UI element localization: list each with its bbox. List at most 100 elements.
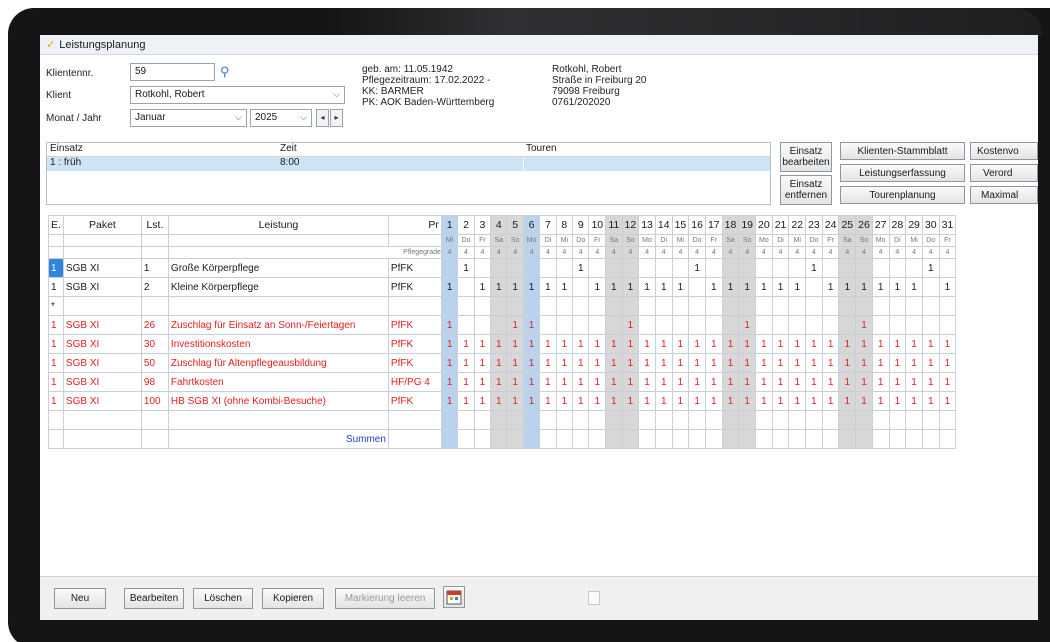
day-cell[interactable]: 1 (688, 334, 706, 354)
day-cell[interactable] (871, 296, 890, 316)
day-cell[interactable] (457, 277, 475, 297)
edit-button[interactable]: Bearbeiten (124, 588, 184, 609)
day-cell[interactable]: 1 (755, 391, 773, 411)
day-cell[interactable]: 1 (588, 353, 607, 373)
day-cell[interactable]: 1 (671, 334, 690, 354)
day-cell[interactable]: 1 (638, 372, 656, 392)
day-header[interactable]: 10 (588, 215, 607, 235)
day-cell[interactable]: 1 (539, 372, 557, 392)
day-cell[interactable] (654, 315, 673, 335)
day-cell[interactable]: 1 (888, 372, 907, 392)
day-cell[interactable]: 1 (921, 391, 940, 411)
day-cell[interactable]: 1 (638, 353, 656, 373)
day-cell[interactable] (688, 296, 706, 316)
day-header[interactable]: 24 (821, 215, 840, 235)
day-cell[interactable] (572, 296, 590, 316)
day-cell[interactable] (805, 277, 823, 297)
table-row[interactable]: 1 SGB XI 26 Zuschlag für Einsatz an Sonn-/F… (48, 315, 957, 335)
day-cell[interactable]: 1 (522, 277, 541, 297)
day-header[interactable]: 25 (838, 215, 857, 235)
day-cell[interactable]: 1 (605, 334, 623, 354)
day-header[interactable]: 21 (771, 215, 790, 235)
day-cell[interactable]: 1 (506, 391, 524, 411)
day-header[interactable]: 12 (621, 215, 640, 235)
day-cell[interactable]: 1 (888, 277, 907, 297)
day-cell[interactable]: 1 (821, 372, 840, 392)
day-cell[interactable]: 1 (905, 372, 923, 392)
day-cell[interactable] (638, 296, 656, 316)
day-cell[interactable] (888, 315, 907, 335)
day-cell[interactable] (771, 296, 790, 316)
day-cell[interactable] (440, 258, 459, 278)
day-cell[interactable] (671, 296, 690, 316)
day-cell[interactable] (905, 315, 923, 335)
table-row[interactable]: * (48, 296, 957, 316)
day-cell[interactable]: 1 (738, 277, 757, 297)
day-cell[interactable]: 1 (638, 391, 656, 411)
delete-button[interactable]: Löschen (193, 588, 253, 609)
day-cell[interactable]: 1 (440, 353, 459, 373)
day-cell[interactable] (788, 296, 807, 316)
day-cell[interactable]: 1 (871, 334, 890, 354)
day-cell[interactable]: 1 (588, 277, 607, 297)
day-cell[interactable]: 1 (490, 353, 508, 373)
day-cell[interactable]: 1 (539, 391, 557, 411)
day-cell[interactable] (755, 296, 773, 316)
day-header[interactable]: 19 (738, 215, 757, 235)
day-cell[interactable]: 1 (738, 372, 757, 392)
day-cell[interactable] (805, 296, 823, 316)
day-cell[interactable] (539, 258, 557, 278)
day-header[interactable]: 17 (704, 215, 723, 235)
day-cell[interactable] (838, 315, 857, 335)
day-cell[interactable] (905, 258, 923, 278)
day-cell[interactable]: 1 (721, 334, 740, 354)
day-cell[interactable]: 1 (855, 353, 873, 373)
day-cell[interactable]: 1 (490, 372, 508, 392)
table-row[interactable]: 1 SGB XI 30 Investitionskosten PfFK 1 1 1 1 1 1 1 1 1… (48, 334, 957, 354)
day-cell[interactable]: 1 (888, 353, 907, 373)
day-cell[interactable]: 1 (522, 315, 541, 335)
day-cell[interactable]: 1 (888, 391, 907, 411)
month-prev-button[interactable]: ◂ (316, 109, 329, 127)
day-cell[interactable]: 1 (721, 372, 740, 392)
day-cell[interactable] (539, 296, 557, 316)
day-cell[interactable] (588, 296, 607, 316)
day-cell[interactable]: 1 (821, 353, 840, 373)
day-cell[interactable] (738, 258, 757, 278)
day-cell[interactable]: 1 (473, 391, 492, 411)
day-cell[interactable]: 1 (654, 391, 673, 411)
day-header[interactable]: 31 (938, 215, 957, 235)
day-cell[interactable]: 1 (572, 258, 590, 278)
day-cell[interactable]: 1 (473, 277, 492, 297)
day-header[interactable]: 4 (490, 215, 508, 235)
day-cell[interactable]: 1 (572, 391, 590, 411)
day-cell[interactable] (654, 296, 673, 316)
day-header[interactable]: 8 (555, 215, 574, 235)
calendar-icon[interactable] (443, 586, 465, 608)
day-cell[interactable]: 1 (506, 334, 524, 354)
day-cell[interactable]: 1 (938, 334, 957, 354)
day-cell[interactable]: 1 (871, 277, 890, 297)
day-cell[interactable]: 1 (555, 372, 574, 392)
day-cell[interactable] (704, 296, 723, 316)
new-button[interactable]: Neu (54, 588, 106, 609)
day-header[interactable]: 6 (522, 215, 541, 235)
day-cell[interactable] (638, 315, 656, 335)
day-header[interactable]: 30 (921, 215, 940, 235)
day-cell[interactable]: 1 (654, 277, 673, 297)
maximal-button[interactable]: Maximal (970, 186, 1038, 204)
day-header[interactable]: 23 (805, 215, 823, 235)
day-cell[interactable]: 1 (738, 353, 757, 373)
day-cell[interactable]: 1 (605, 372, 623, 392)
year-select[interactable]: 2025 ⌵ (250, 109, 312, 127)
day-cell[interactable]: 1 (621, 315, 640, 335)
day-cell[interactable]: 1 (688, 258, 706, 278)
day-cell[interactable]: 1 (473, 372, 492, 392)
day-cell[interactable] (788, 258, 807, 278)
day-header[interactable]: 9 (572, 215, 590, 235)
day-cell[interactable] (838, 296, 857, 316)
day-header[interactable]: 7 (539, 215, 557, 235)
verordnung-button[interactable]: Verord (970, 164, 1038, 182)
day-cell[interactable]: 1 (473, 334, 492, 354)
day-header[interactable]: 28 (888, 215, 907, 235)
